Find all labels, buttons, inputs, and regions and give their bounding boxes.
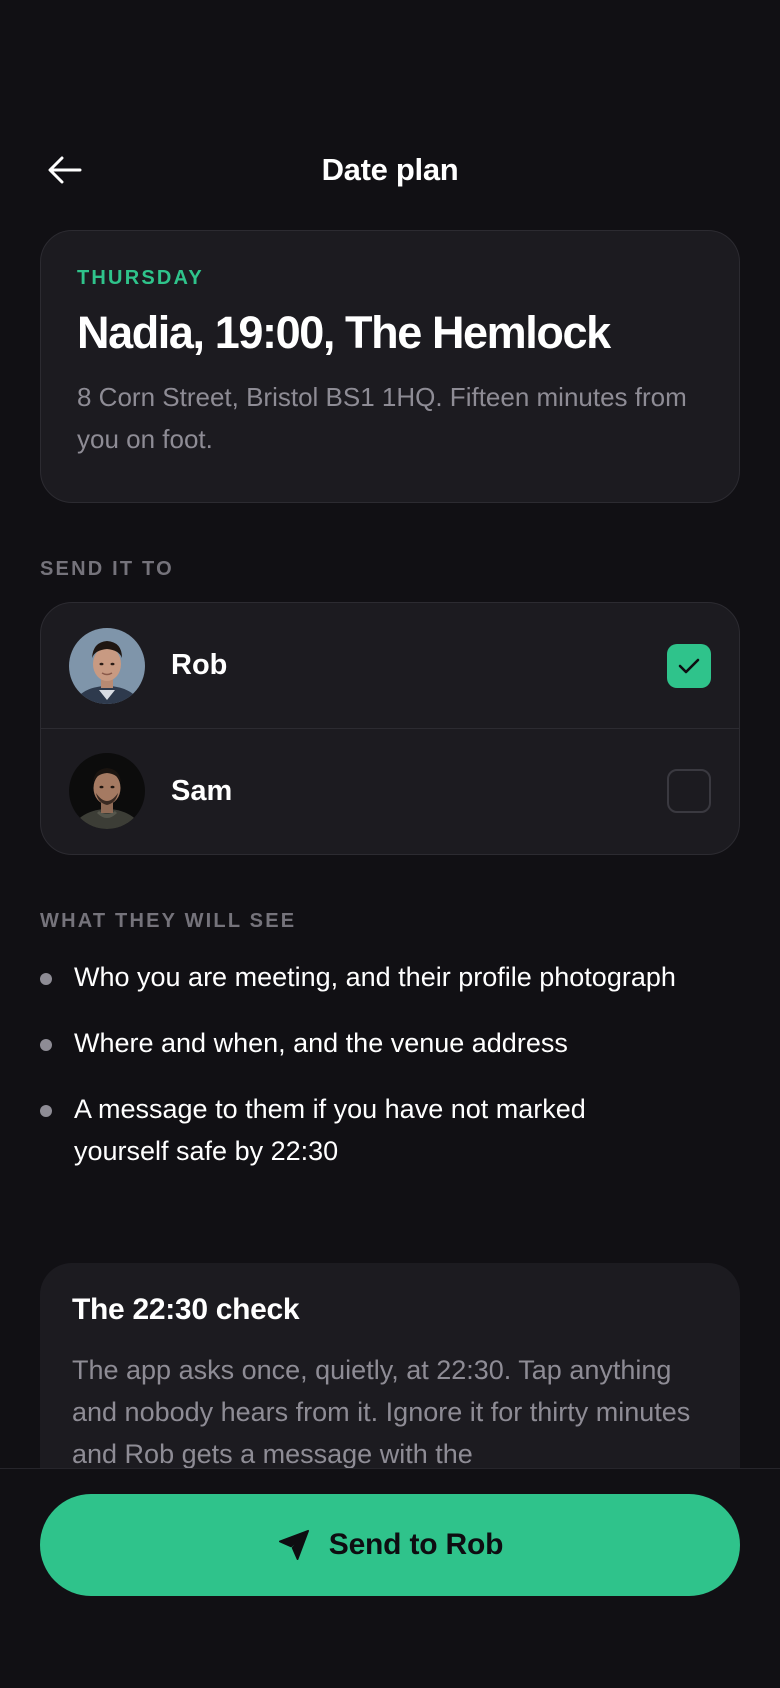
visibility-list: Who you are meeting, and their profile p… [40, 956, 740, 1196]
avatar [69, 627, 145, 704]
avatar [69, 753, 145, 829]
page-title: Date plan [321, 152, 459, 187]
contact-name: Rob [171, 649, 228, 681]
contact-name: Sam [171, 774, 233, 807]
list-item-text: Where and when, and the venue address [74, 1028, 568, 1058]
contacts-card: Rob Sam [40, 602, 740, 855]
plan-title: Nadia, 19:00, The Hemlock [77, 307, 611, 358]
contact-row-rob[interactable]: Rob [41, 603, 739, 728]
plan-day: THURSDAY [77, 267, 204, 289]
visibility-section-label: WHAT THEY WILL SEE [40, 910, 297, 932]
date-plan-screen: Date plan THURSDAY Nadia, 19:00, The Hem… [0, 0, 780, 1688]
bottom-action-bar: Send to Rob [0, 1468, 780, 1688]
send-button-label: Send to Rob [328, 1528, 504, 1561]
contact-row-sam[interactable]: Sam [41, 728, 739, 853]
checkbox-sam[interactable] [667, 769, 711, 813]
bullet-dot-icon [40, 1039, 52, 1051]
list-item-text: A message to them if you have not marked… [74, 1094, 586, 1166]
checkbox-rob[interactable] [667, 643, 711, 688]
bullet-dot-icon [40, 973, 52, 985]
check-title: The 22:30 check [72, 1293, 300, 1326]
header: Date plan [0, 140, 780, 200]
checkmark-icon [678, 658, 700, 673]
list-item: A message to them if you have not marked… [40, 1088, 680, 1172]
bullet-dot-icon [40, 1105, 52, 1117]
plan-description: 8 Corn Street, Bristol BS1 1HQ. Fifteen … [77, 381, 687, 454]
list-item-text: Who you are meeting, and their profile p… [74, 962, 676, 992]
send-button[interactable]: Send to Rob [40, 1494, 740, 1596]
list-item: Where and when, and the venue address [40, 1022, 680, 1064]
paper-plane-icon [277, 1528, 311, 1562]
list-item: Who you are meeting, and their profile p… [40, 956, 680, 998]
send-section-label: SEND IT TO [40, 558, 174, 580]
check-description: The app asks once, quietly, at 22:30. Ta… [72, 1355, 691, 1469]
plan-card: THURSDAY Nadia, 19:00, The Hemlock 8 Cor… [40, 230, 740, 503]
